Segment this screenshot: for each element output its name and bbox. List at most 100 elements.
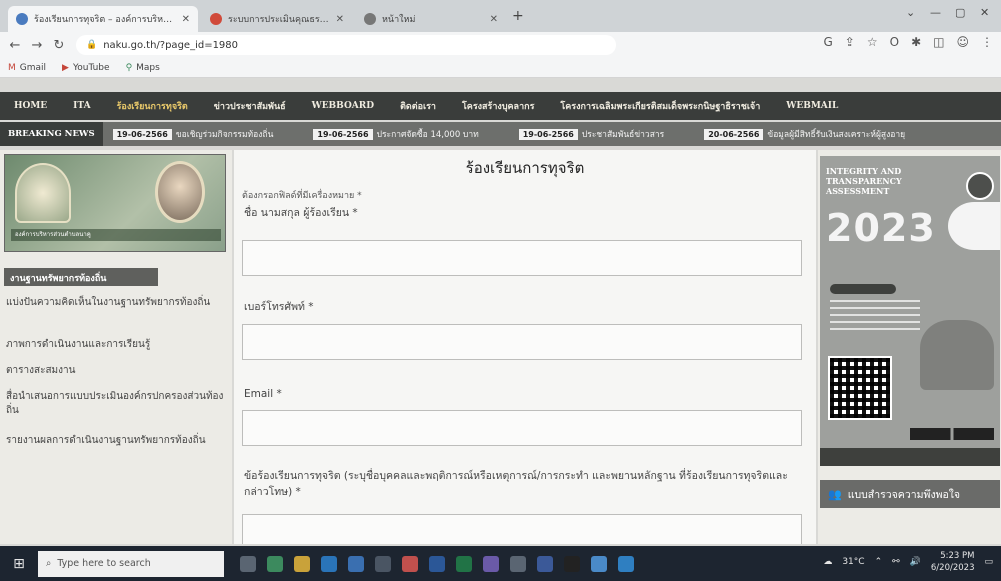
menu-news[interactable]: ข่าวประชาสัมพันธ์ [212,95,288,117]
task-view-icon[interactable] [240,555,256,572]
tiktok-icon[interactable] [564,555,580,572]
browser-tab[interactable]: หน้าใหม่ ✕ [356,6,506,32]
chevron-up-icon[interactable]: ⌃ [875,557,883,567]
menu-structure[interactable]: โครงสร้างบุคลากร [460,95,536,117]
sidebar-link[interactable]: สื่อนำเสนอการแบบประเมินองค์กรปกครองส่วนท… [6,390,226,418]
star-icon[interactable]: ☆ [867,35,878,49]
reload-icon[interactable]: ↻ [48,38,70,53]
menu-contact[interactable]: ติดต่อเรา [398,95,438,117]
media-icon[interactable] [402,555,418,572]
email-field[interactable] [242,410,802,446]
browser-tab[interactable]: ระบบการประเมินคุณธรรมและความโปร่งใส ✕ [202,6,352,32]
close-tab-icon[interactable]: ✕ [490,14,498,25]
ita-footer-strip [820,448,1000,466]
photos-icon[interactable] [483,555,499,572]
menu-complaint[interactable]: ร้องเรียนการทุจริต [115,95,190,117]
avatar-icon [966,172,994,200]
app-icon[interactable] [591,555,607,572]
people-illustration [920,320,994,390]
bookmark-youtube[interactable]: ▶ YouTube [62,63,110,73]
sidebar-icon[interactable]: ◫ [933,35,944,49]
gmail-icon: M [8,62,16,73]
complaint-textarea[interactable] [242,514,802,544]
portrait-image [155,161,205,223]
sidebar-link[interactable]: ตารางสะสมงาน [6,364,226,378]
forward-arrow-icon[interactable]: → [26,38,48,53]
bookmark-gmail[interactable]: M Gmail [8,63,46,73]
breaking-news-bar: BREAKING NEWS 19-06-2566 ขอเชิญร่วมกิจกร… [0,122,1001,146]
menu-home[interactable]: HOME [12,97,49,115]
menu-webboard[interactable]: WEBBOARD [310,97,376,115]
explorer-icon[interactable] [294,555,310,572]
extension-icon[interactable]: ✱ [911,35,921,49]
news-item[interactable]: 19-06-2566 ขอเชิญร่วมกิจกรรมท้องถิ่น [112,127,273,141]
site-favicon [16,13,28,25]
news-item[interactable]: 19-06-2566 ประกาศจัดซื้อ 14,000 บาท [313,127,479,141]
people-icon: 👥 [828,487,842,501]
close-tab-icon[interactable]: ✕ [182,14,190,25]
new-tab-icon[interactable]: + [512,8,524,24]
taskbar-search[interactable]: ⌕ Type here to search [38,550,224,577]
maximize-icon[interactable]: ▢ [955,6,965,19]
news-item[interactable]: 19-06-2566 ประชาสัมพันธ์ข่าวสาร [518,127,664,141]
organization-banner[interactable]: องค์การบริหารส่วนตำบลนาคู [4,154,226,252]
edge-icon[interactable] [321,555,337,572]
bookmark-maps[interactable]: ⚲ Maps [126,63,160,73]
menu-royal-project[interactable]: โครงการเฉลิมพระเกียรติสมเด็จพระกนิษฐาธิร… [558,95,762,117]
name-field[interactable] [242,240,802,276]
chevron-down-icon[interactable]: ⌄ [906,6,915,19]
windows-taskbar: ⊞ ⌕ Type here to search ☁ 31°C ⌃ ⚯ 🔊 5:2… [0,546,1001,581]
browser-tab-strip: ร้องเรียนการทุจริต – องค์การบริหารส่วนตำ… [0,0,1001,32]
chrome-icon[interactable] [267,555,283,572]
satisfaction-survey-button[interactable]: 👥 แบบสำรวจความพึงพอใจ [820,480,1000,508]
google-icon[interactable]: G [823,35,832,49]
start-button[interactable]: ⊞ [6,551,32,577]
profile-icon[interactable]: ☺ [956,35,969,49]
weather-icon: ☁ [823,557,833,567]
required-fields-note: ต้องกรอกฟิลด์ที่มีเครื่องหมาย * [242,191,362,201]
store-icon[interactable] [375,555,391,572]
browser-tab-active[interactable]: ร้องเรียนการทุจริต – องค์การบริหารส่วนตำ… [8,6,198,32]
word-icon[interactable] [429,555,445,572]
bookmark-label: YouTube [72,62,110,73]
sidebar-link[interactable]: แบ่งปันความคิดเห็นในงานฐานทรัพยากรท้องถิ… [6,296,226,310]
emblem-image [15,163,71,223]
excel-icon[interactable] [456,555,472,572]
phone-field[interactable] [242,324,802,360]
news-text: ข้อมูลผู้มีสิทธิ์รับเงินสงเคราะห์ผู้สูงอ… [767,130,906,140]
name-field-label: ชื่อ นามสกุล ผู้ร้องเรียน * [244,207,358,219]
more-icon[interactable]: ⋮ [981,35,993,49]
text-lines-graphic [830,300,920,330]
weather-temp: 31°C [842,557,865,567]
ita-heading-line: TRANSPARENCY [826,176,902,186]
ita-banner[interactable]: INTEGRITY AND TRANSPARENCY ASSESSMENT 2023 [820,156,1000,466]
news-item[interactable]: 20-06-2566 ข้อมูลผู้มีสิทธิ์รับเงินสงเคร… [704,127,905,141]
address-url: naku.go.th/?page_id=1980 [103,39,239,51]
menu-webmail[interactable]: WEBMAIL [784,97,840,115]
mail-icon[interactable] [348,555,364,572]
sidebar-link[interactable]: ภาพการดำเนินงานและการเรียนรู้ [6,338,226,352]
close-tab-icon[interactable]: ✕ [336,14,344,25]
complaint-form: ร้องเรียนการทุจริต ต้องกรอกฟิลด์ที่มีเคร… [234,150,816,544]
sidebar-link[interactable]: รายงานผลการดำเนินงานฐานทรัพยากรท้องถิ่น [6,434,226,448]
tab-title: ระบบการประเมินคุณธรรมและความโปร่งใส [228,15,330,25]
network-icon[interactable]: ⚯ [892,557,900,567]
back-arrow-icon[interactable]: ← [4,38,26,53]
opera-icon[interactable]: O [890,35,899,49]
search-placeholder: Type here to search [57,558,151,569]
settings-icon[interactable] [510,555,526,572]
taskbar-clock[interactable]: 5:23 PM 6/20/2023 [931,550,975,574]
site-favicon [364,13,376,25]
address-bar[interactable]: 🔒 naku.go.th/?page_id=1980 [76,35,616,55]
close-window-icon[interactable]: ✕ [980,6,989,19]
bookmarks-bar: M Gmail ▶ YouTube ⚲ Maps [0,58,1001,78]
notification-icon[interactable]: ▭ [984,557,993,567]
minimize-icon[interactable]: — [930,6,941,19]
menu-ita[interactable]: ITA [71,97,92,115]
volume-icon[interactable]: 🔊 [910,557,921,567]
facebook-icon[interactable] [537,555,553,572]
news-date: 19-06-2566 [518,128,578,140]
share-icon[interactable]: ⇪ [845,35,855,49]
browser-icon[interactable] [618,555,634,572]
tab-title: หน้าใหม่ [382,15,416,25]
